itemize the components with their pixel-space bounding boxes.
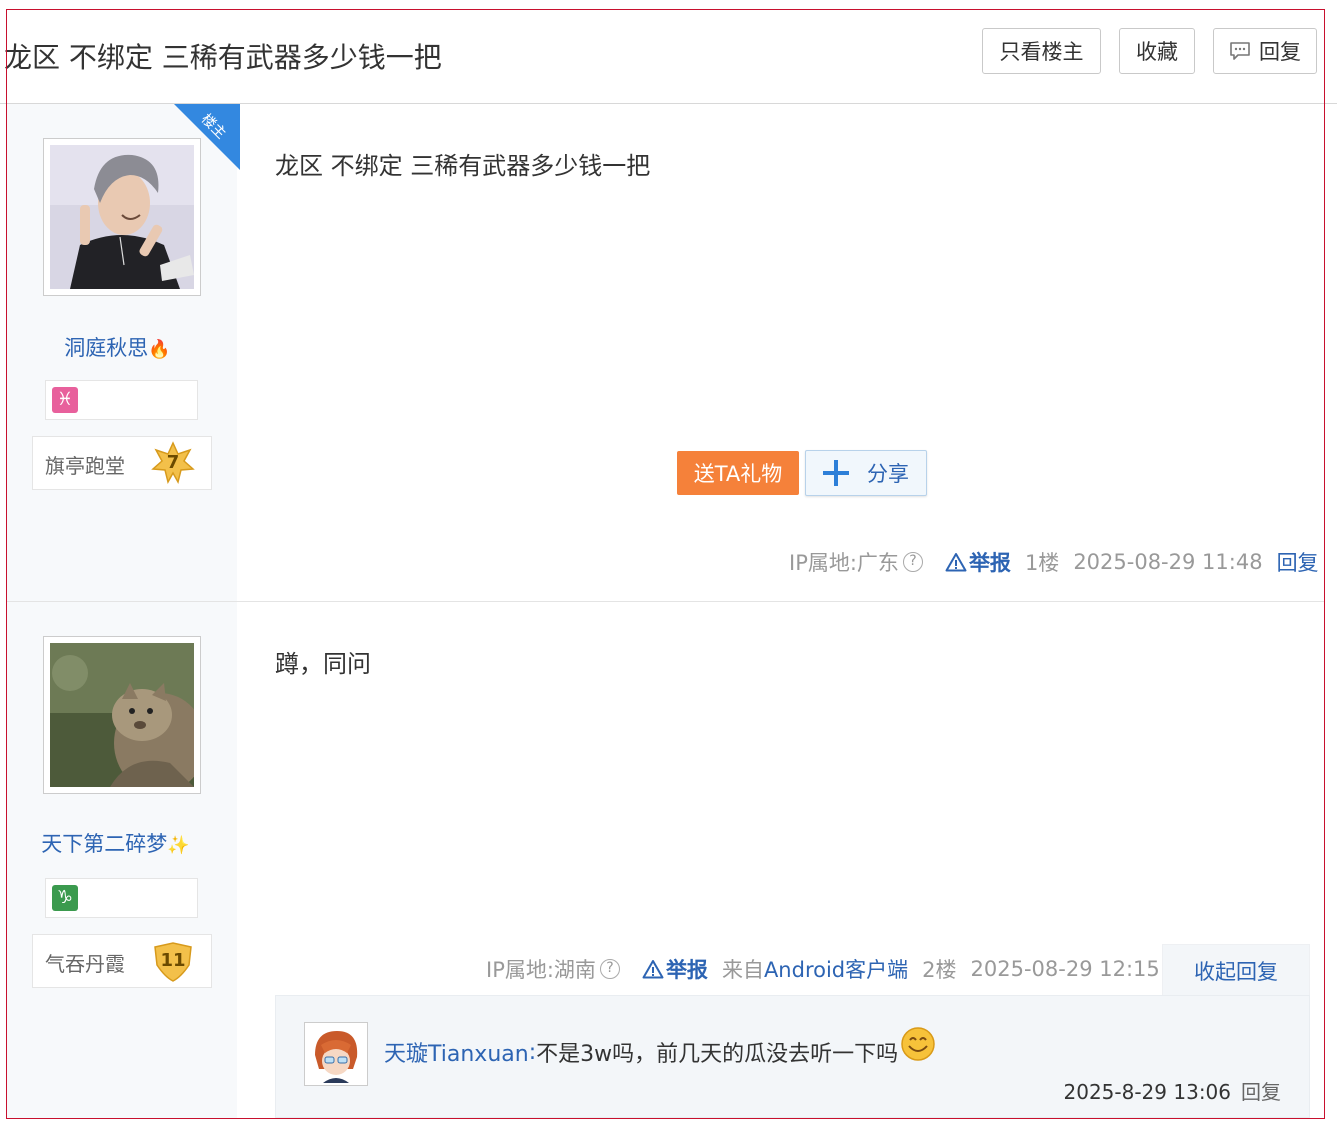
username-text: 天下第二碎梦: [41, 832, 168, 856]
help-icon[interactable]: ?: [902, 552, 923, 572]
only-op-button[interactable]: 只看楼主: [982, 28, 1101, 74]
user-avatar-image: [50, 145, 194, 289]
sub-reply-avatar-image: [307, 1025, 365, 1083]
sub-reply-text: 不是3w吗，前几天的瓜没去听一下吗: [536, 1042, 899, 1067]
sub-reply-meta: 2025-8-29 13:06 回复: [1064, 1076, 1282, 1105]
level-shield-icon: 11: [151, 939, 195, 983]
ip-location: IP属地:湖南: [486, 958, 596, 982]
report-link[interactable]: 举报: [666, 954, 708, 984]
warning-icon: [642, 960, 664, 979]
level-number: 7: [166, 452, 180, 473]
sub-reply-separator: :: [528, 1039, 537, 1065]
smile-emoji-icon: [901, 1027, 935, 1061]
post-date: 2025-08-29 11:48: [1073, 550, 1263, 574]
level-name: 旗亭跑堂: [45, 454, 125, 478]
reply-button-label: 回复: [1259, 40, 1301, 64]
client-source-link[interactable]: Android客户端: [764, 958, 908, 982]
post-tail: IP属地:广东 ? 举报 1楼 2025-08-29 11:48 回复: [789, 547, 1319, 577]
capricorn-icon: ♑: [52, 885, 78, 911]
avatar[interactable]: [43, 636, 206, 794]
sub-reply: 天璇Tianxuan: 不是3w吗，前几天的瓜没去听一下吗: [384, 1027, 936, 1070]
level-star-icon: 7: [151, 441, 195, 485]
reply-link[interactable]: 回复: [1277, 547, 1319, 577]
sparkle-icon: ✨: [167, 835, 190, 856]
level-number: 11: [160, 950, 186, 971]
username[interactable]: 天下第二碎梦✨: [0, 828, 231, 858]
pisces-icon: ♓: [52, 387, 78, 413]
post-date: 2025-08-29 12:15: [970, 957, 1160, 981]
share-label: 分享: [867, 462, 909, 486]
post-content: 蹲，同问: [275, 650, 371, 678]
level-name: 气吞丹霞: [45, 952, 125, 976]
help-icon[interactable]: ?: [599, 959, 620, 979]
post-floor-2: 天下第二碎梦✨ ♑ 气吞丹霞 11 蹲，同问 IP属地:湖南 ? 举报 来自An…: [6, 602, 1325, 1118]
reply-button[interactable]: 回复: [1213, 28, 1317, 74]
user-level[interactable]: 旗亭跑堂 7: [32, 436, 212, 490]
zodiac-badge[interactable]: ♑: [45, 878, 198, 918]
floor-number: 1楼: [1024, 551, 1060, 575]
plus-icon: [823, 460, 849, 486]
report-link[interactable]: 举报: [969, 547, 1011, 577]
sub-reply-reply-link[interactable]: 回复: [1241, 1080, 1281, 1104]
collapse-replies-button[interactable]: 收起回复: [1162, 944, 1310, 996]
username[interactable]: 洞庭秋思🔥: [2, 332, 233, 362]
share-button[interactable]: 分享: [805, 450, 927, 496]
sub-reply-avatar[interactable]: [304, 1022, 368, 1086]
floor-number: 2楼: [922, 958, 957, 982]
sub-reply-date: 2025-8-29 13:06: [1063, 1080, 1232, 1104]
comment-icon: [1230, 42, 1250, 60]
op-ribbon: 楼主: [174, 104, 240, 170]
sub-reply-username[interactable]: 天璇Tianxuan: [384, 1036, 529, 1068]
ip-location: IP属地:广东: [789, 551, 899, 575]
send-gift-button[interactable]: 送TA礼物: [677, 451, 799, 495]
user-level[interactable]: 气吞丹霞 11: [32, 934, 212, 988]
client-source-prefix: 来自: [721, 958, 764, 982]
sub-reply-panel: 天璇Tianxuan: 不是3w吗，前几天的瓜没去听一下吗 2025-8-29 …: [275, 995, 1310, 1118]
post-floor-1: 楼主 洞庭秋思🔥 ♓ 旗亭跑堂 7 龙区 不绑定 三稀有武器多少钱一把 送TA礼…: [6, 104, 1325, 602]
post-tail: IP属地:湖南 ? 举报 来自Android客户端 2楼 2025-08-29 …: [486, 954, 1174, 984]
author-sidebar: 天下第二碎梦✨ ♑ 气吞丹霞 11: [6, 602, 237, 1118]
user-avatar-image: [50, 643, 206, 793]
flame-icon: 🔥: [148, 339, 171, 360]
thread-header: 龙区 不绑定 三稀有武器多少钱一把 只看楼主 收藏 回复: [0, 10, 1337, 104]
username-text: 洞庭秋思: [64, 336, 149, 360]
zodiac-badge[interactable]: ♓: [45, 380, 198, 420]
warning-icon: [945, 553, 967, 572]
author-sidebar: 楼主 洞庭秋思🔥 ♓ 旗亭跑堂 7: [6, 104, 240, 601]
client-source: 来自Android客户端: [722, 954, 908, 984]
thread-title: 龙区 不绑定 三稀有武器多少钱一把: [4, 41, 442, 74]
favorite-button[interactable]: 收藏: [1119, 28, 1195, 74]
post-content: 龙区 不绑定 三稀有武器多少钱一把: [275, 152, 651, 180]
